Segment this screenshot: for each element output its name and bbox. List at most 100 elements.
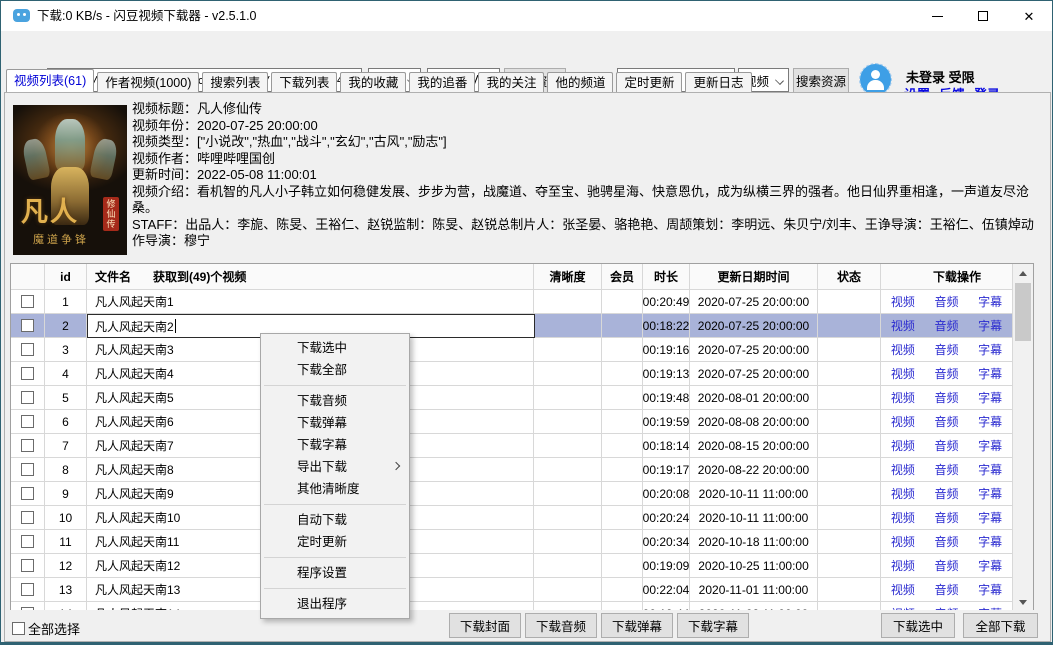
menu-item-下载字幕[interactable]: 下载字幕 — [261, 434, 409, 456]
tab-我的收藏[interactable]: 我的收藏 — [340, 72, 406, 93]
menu-item-退出程序[interactable]: 退出程序 — [261, 593, 409, 615]
download-字幕-link[interactable]: 字幕 — [968, 485, 1012, 502]
table-row[interactable]: 8凡人风起天南800:19:172020-08-22 20:00:00视频音频字… — [11, 458, 1012, 482]
row-checkbox[interactable] — [21, 487, 34, 500]
table-row[interactable]: 13凡人风起天南1300:22:042020-11-01 11:00:00视频音… — [11, 578, 1012, 602]
minimize-button[interactable] — [914, 1, 960, 31]
download-subtitle-button[interactable]: 下载字幕 — [677, 613, 749, 638]
menu-item-下载选中[interactable]: 下载选中 — [261, 337, 409, 359]
table-row[interactable]: 7凡人风起天南700:18:142020-08-15 20:00:00视频音频字… — [11, 434, 1012, 458]
row-checkbox[interactable] — [21, 439, 34, 452]
download-音频-link[interactable]: 音频 — [925, 389, 969, 406]
table-row[interactable]: 4凡人风起天南400:19:132020-07-25 20:00:00视频音频字… — [11, 362, 1012, 386]
menu-item-定时更新[interactable]: 定时更新 — [261, 531, 409, 553]
maximize-button[interactable] — [960, 1, 1006, 31]
tab-他的频道[interactable]: 他的频道 — [547, 72, 613, 93]
menu-item-下载弹幕[interactable]: 下载弹幕 — [261, 412, 409, 434]
download-音频-link[interactable]: 音频 — [925, 365, 969, 382]
table-row[interactable]: 5凡人风起天南500:19:482020-08-01 20:00:00视频音频字… — [11, 386, 1012, 410]
download-视频-link[interactable]: 视频 — [881, 581, 925, 598]
download-字幕-link[interactable]: 字幕 — [968, 293, 1012, 310]
table-row[interactable]: 1凡人风起天南100:20:492020-07-25 20:00:00视频音频字… — [11, 290, 1012, 314]
download-音频-link[interactable]: 音频 — [925, 557, 969, 574]
tab-搜索列表[interactable]: 搜索列表 — [202, 72, 268, 93]
download-all-button[interactable]: 全部下载 — [963, 613, 1038, 638]
download-audio-button[interactable]: 下载音频 — [525, 613, 597, 638]
download-字幕-link[interactable]: 字幕 — [968, 341, 1012, 358]
download-cover-button[interactable]: 下载封面 — [449, 613, 521, 638]
table-row[interactable]: 6凡人风起天南600:19:592020-08-08 20:00:00视频音频字… — [11, 410, 1012, 434]
download-视频-link[interactable]: 视频 — [881, 485, 925, 502]
row-checkbox[interactable] — [21, 559, 34, 572]
download-字幕-link[interactable]: 字幕 — [968, 365, 1012, 382]
table-row[interactable]: 3凡人风起天南300:19:162020-07-25 20:00:00视频音频字… — [11, 338, 1012, 362]
menu-item-下载音频[interactable]: 下载音频 — [261, 390, 409, 412]
download-视频-link[interactable]: 视频 — [881, 365, 925, 382]
tab-我的关注[interactable]: 我的关注 — [478, 72, 544, 93]
download-字幕-link[interactable]: 字幕 — [968, 413, 1012, 430]
select-all-checkbox[interactable] — [12, 622, 25, 635]
tab-视频列表(61)[interactable]: 视频列表(61) — [6, 69, 94, 93]
download-音频-link[interactable]: 音频 — [925, 437, 969, 454]
scrollbar-thumb[interactable] — [1015, 283, 1031, 341]
scroll-down-button[interactable] — [1013, 593, 1033, 611]
row-checkbox[interactable] — [21, 367, 34, 380]
download-音频-link[interactable]: 音频 — [925, 293, 969, 310]
download-音频-link[interactable]: 音频 — [925, 533, 969, 550]
download-视频-link[interactable]: 视频 — [881, 509, 925, 526]
download-视频-link[interactable]: 视频 — [881, 341, 925, 358]
close-button[interactable]: ✕ — [1006, 1, 1052, 31]
tab-更新日志[interactable]: 更新日志 — [685, 72, 751, 93]
row-checkbox[interactable] — [21, 415, 34, 428]
menu-item-下载全部[interactable]: 下载全部 — [261, 359, 409, 381]
download-音频-link[interactable]: 音频 — [925, 317, 969, 334]
row-checkbox[interactable] — [21, 319, 34, 332]
download-音频-link[interactable]: 音频 — [925, 485, 969, 502]
row-vip — [602, 458, 643, 481]
download-selected-button[interactable]: 下载选中 — [881, 613, 955, 638]
table-row[interactable]: 11凡人风起天南1100:20:342020-10-18 11:00:00视频音… — [11, 530, 1012, 554]
download-danmaku-button[interactable]: 下载弹幕 — [601, 613, 673, 638]
row-checkbox[interactable] — [21, 295, 34, 308]
download-字幕-link[interactable]: 字幕 — [968, 317, 1012, 334]
download-字幕-link[interactable]: 字幕 — [968, 557, 1012, 574]
download-音频-link[interactable]: 音频 — [925, 341, 969, 358]
download-音频-link[interactable]: 音频 — [925, 509, 969, 526]
download-视频-link[interactable]: 视频 — [881, 293, 925, 310]
download-视频-link[interactable]: 视频 — [881, 413, 925, 430]
download-字幕-link[interactable]: 字幕 — [968, 389, 1012, 406]
download-字幕-link[interactable]: 字幕 — [968, 533, 1012, 550]
table-row[interactable]: 9凡人风起天南900:20:082020-10-11 11:00:00视频音频字… — [11, 482, 1012, 506]
tab-作者视频(1000)[interactable]: 作者视频(1000) — [97, 72, 199, 93]
download-视频-link[interactable]: 视频 — [881, 389, 925, 406]
row-checkbox[interactable] — [21, 535, 34, 548]
download-视频-link[interactable]: 视频 — [881, 557, 925, 574]
download-音频-link[interactable]: 音频 — [925, 413, 969, 430]
menu-item-自动下载[interactable]: 自动下载 — [261, 509, 409, 531]
download-字幕-link[interactable]: 字幕 — [968, 509, 1012, 526]
row-checkbox[interactable] — [21, 463, 34, 476]
tab-我的追番[interactable]: 我的追番 — [409, 72, 475, 93]
table-row[interactable]: 10凡人风起天南1000:20:242020-10-11 11:00:00视频音… — [11, 506, 1012, 530]
download-视频-link[interactable]: 视频 — [881, 461, 925, 478]
menu-item-程序设置[interactable]: 程序设置 — [261, 562, 409, 584]
download-字幕-link[interactable]: 字幕 — [968, 581, 1012, 598]
tab-定时更新[interactable]: 定时更新 — [616, 72, 682, 93]
download-视频-link[interactable]: 视频 — [881, 533, 925, 550]
row-checkbox[interactable] — [21, 343, 34, 356]
row-checkbox[interactable] — [21, 511, 34, 524]
download-视频-link[interactable]: 视频 — [881, 317, 925, 334]
download-字幕-link[interactable]: 字幕 — [968, 437, 1012, 454]
menu-item-其他清晰度[interactable]: 其他清晰度 — [261, 478, 409, 500]
row-checkbox[interactable] — [21, 583, 34, 596]
download-字幕-link[interactable]: 字幕 — [968, 461, 1012, 478]
tab-下载列表[interactable]: 下载列表 — [271, 72, 337, 93]
table-scrollbar[interactable] — [1012, 264, 1033, 611]
download-音频-link[interactable]: 音频 — [925, 581, 969, 598]
menu-item-导出下载[interactable]: 导出下载 — [261, 456, 409, 478]
table-row[interactable]: 12凡人风起天南1200:19:092020-10-25 11:00:00视频音… — [11, 554, 1012, 578]
row-checkbox[interactable] — [21, 391, 34, 404]
download-音频-link[interactable]: 音频 — [925, 461, 969, 478]
download-视频-link[interactable]: 视频 — [881, 437, 925, 454]
scroll-up-button[interactable] — [1013, 264, 1033, 282]
